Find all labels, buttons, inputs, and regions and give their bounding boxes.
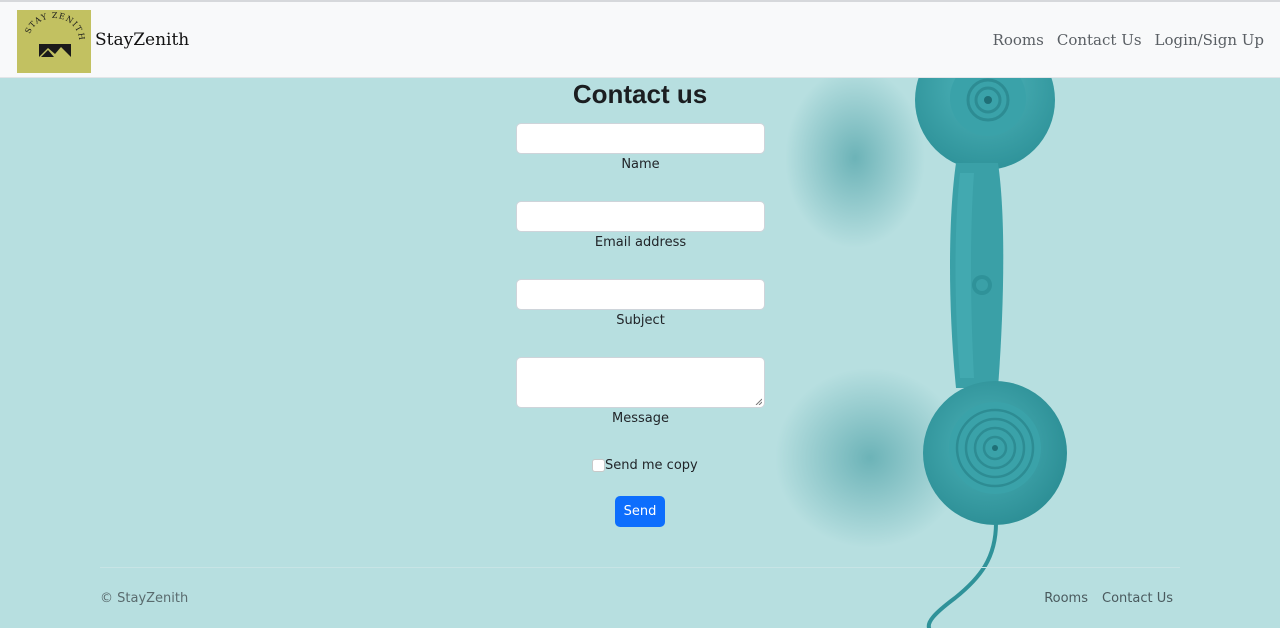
- page-title: Contact us: [572, 79, 708, 109]
- top-navbar: STAY ZENITH StayZenith Rooms Contact Us …: [0, 0, 1280, 78]
- logo-mountain-icon: STAY ZENITH: [23, 11, 86, 57]
- name-input[interactable]: [516, 123, 765, 154]
- resize-grip-icon[interactable]: [755, 398, 762, 405]
- footer-link-contact-us[interactable]: Contact Us: [1102, 591, 1173, 606]
- footer-link-rooms[interactable]: Rooms: [1044, 591, 1088, 606]
- footer-copyright: © StayZenith: [100, 591, 189, 606]
- brand-logo[interactable]: STAY ZENITH: [17, 10, 91, 73]
- svg-text:STAY ZENITH: STAY ZENITH: [23, 11, 86, 41]
- subject-input[interactable]: [516, 279, 765, 310]
- email-input[interactable]: [516, 201, 765, 232]
- message-textarea[interactable]: [516, 357, 765, 408]
- nav-link-login-signup[interactable]: Login/Sign Up: [1155, 31, 1264, 49]
- name-label: Name: [621, 157, 660, 172]
- phone-handset-image: [775, 78, 1067, 628]
- subject-label: Subject: [616, 313, 665, 328]
- send-copy-option: Send me copy: [592, 458, 698, 473]
- message-label: Message: [612, 411, 669, 426]
- footer-divider: [100, 567, 1180, 568]
- nav-link-contact-us[interactable]: Contact Us: [1057, 31, 1142, 49]
- logo-text: STAY ZENITH: [23, 11, 85, 41]
- nav-links: Rooms Contact Us Login/Sign Up: [993, 31, 1264, 49]
- brand-name[interactable]: StayZenith: [95, 30, 189, 50]
- send-copy-checkbox[interactable]: [592, 459, 605, 472]
- send-button[interactable]: Send: [615, 496, 665, 527]
- email-label: Email address: [594, 235, 687, 250]
- nav-link-rooms[interactable]: Rooms: [993, 31, 1044, 49]
- send-copy-label[interactable]: Send me copy: [605, 458, 698, 473]
- footer-links: Rooms Contact Us: [1044, 591, 1173, 606]
